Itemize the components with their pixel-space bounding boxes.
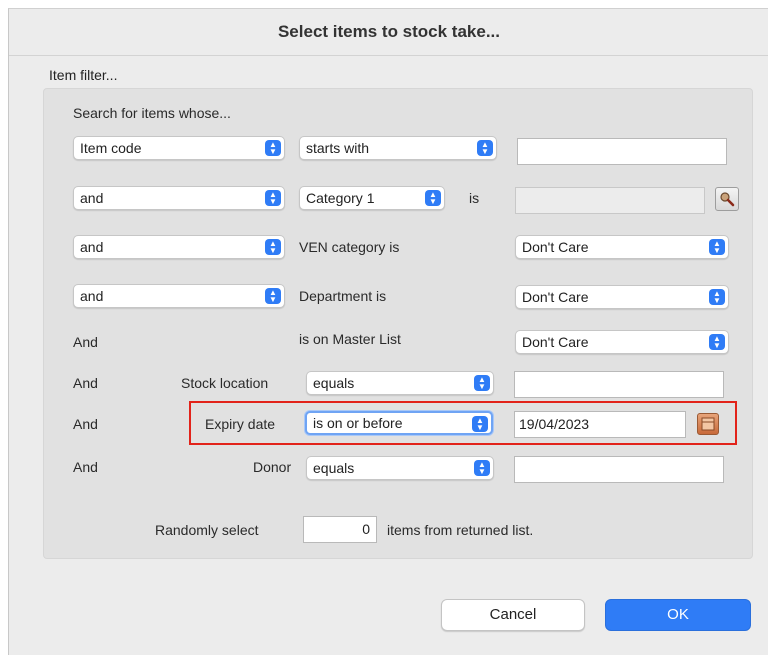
popup-arrows-icon: ▲ ▼ [265,190,281,206]
category-select-value: Category 1 [306,190,375,206]
popup-arrows-icon: ▲ ▼ [425,190,441,206]
conjunction-select-2-value: and [80,190,104,206]
popup-arrows-icon: ▲ ▼ [265,239,281,255]
popup-arrows-icon: ▲ ▼ [472,416,488,432]
is-label: is [469,190,480,206]
popup-arrows-icon: ▲ ▼ [709,334,725,350]
conjunction-label-8: And [73,459,98,475]
category-select[interactable]: Category 1 ▲ ▼ [299,186,445,210]
search-intro-text: Search for items whose... [73,105,231,121]
donor-operator-value: equals [313,460,355,476]
calendar-icon[interactable] [697,413,719,435]
dialog-window: Select items to stock take... Item filte… [8,8,768,655]
magnifier-icon[interactable] [715,187,739,211]
popup-arrows-icon: ▲ ▼ [474,375,490,391]
department-select[interactable]: Don't Care ▲ ▼ [515,285,729,309]
popup-arrows-icon: ▲ ▼ [709,239,725,255]
conjunction-select-3-value: and [80,239,104,255]
popup-arrows-icon: ▲ ▼ [477,140,493,156]
field-select-1-value: Item code [80,140,142,156]
conjunction-label-7: And [73,416,98,432]
popup-arrows-icon: ▲ ▼ [474,460,490,476]
conjunction-select-3[interactable]: and ▲ ▼ [73,235,285,259]
operator-select-1-value: starts with [306,140,370,156]
donor-input[interactable] [514,456,724,483]
expiry-date-input[interactable]: 19/04/2023 [514,411,686,438]
operator-select-1[interactable]: starts with ▲ ▼ [299,136,497,160]
conjunction-select-4-value: and [80,288,104,304]
cancel-button[interactable]: Cancel [441,599,585,631]
stock-location-operator-value: equals [313,375,355,391]
ok-button[interactable]: OK [605,599,751,631]
master-list-label: is on Master List [299,331,401,347]
ven-category-label: VEN category is [299,239,400,255]
stock-location-label: Stock location [181,375,269,391]
expiry-date-operator-select[interactable]: is on or before ▲ ▼ [305,411,493,435]
department-select-value: Don't Care [522,289,589,305]
random-count-input[interactable]: 0 [303,516,377,543]
ven-category-select-value: Don't Care [522,239,589,255]
stock-location-input[interactable] [514,371,724,398]
conjunction-select-4[interactable]: and ▲ ▼ [73,284,285,308]
popup-arrows-icon: ▲ ▼ [709,289,725,305]
conjunction-select-2[interactable]: and ▲ ▼ [73,186,285,210]
master-list-select-value: Don't Care [522,334,589,350]
ven-category-select[interactable]: Don't Care ▲ ▼ [515,235,729,259]
expiry-date-operator-value: is on or before [313,415,403,431]
popup-arrows-icon: ▲ ▼ [265,140,281,156]
field-select-1[interactable]: Item code ▲ ▼ [73,136,285,160]
item-filter-label: Item filter... [49,67,118,83]
category-value-field [515,187,705,214]
conjunction-label-5: And [73,334,98,350]
dialog-title: Select items to stock take... [9,9,768,56]
popup-arrows-icon: ▲ ▼ [265,288,281,304]
conjunction-label-6: And [73,375,98,391]
donor-label: Donor [253,459,292,475]
random-select-label: Randomly select [155,522,259,538]
stock-location-operator-select[interactable]: equals ▲ ▼ [306,371,494,395]
donor-operator-select[interactable]: equals ▲ ▼ [306,456,494,480]
item-code-input[interactable] [517,138,727,165]
department-label: Department is [299,288,387,304]
master-list-select[interactable]: Don't Care ▲ ▼ [515,330,729,354]
random-suffix-label: items from returned list. [387,522,534,538]
expiry-date-label: Expiry date [205,416,276,432]
